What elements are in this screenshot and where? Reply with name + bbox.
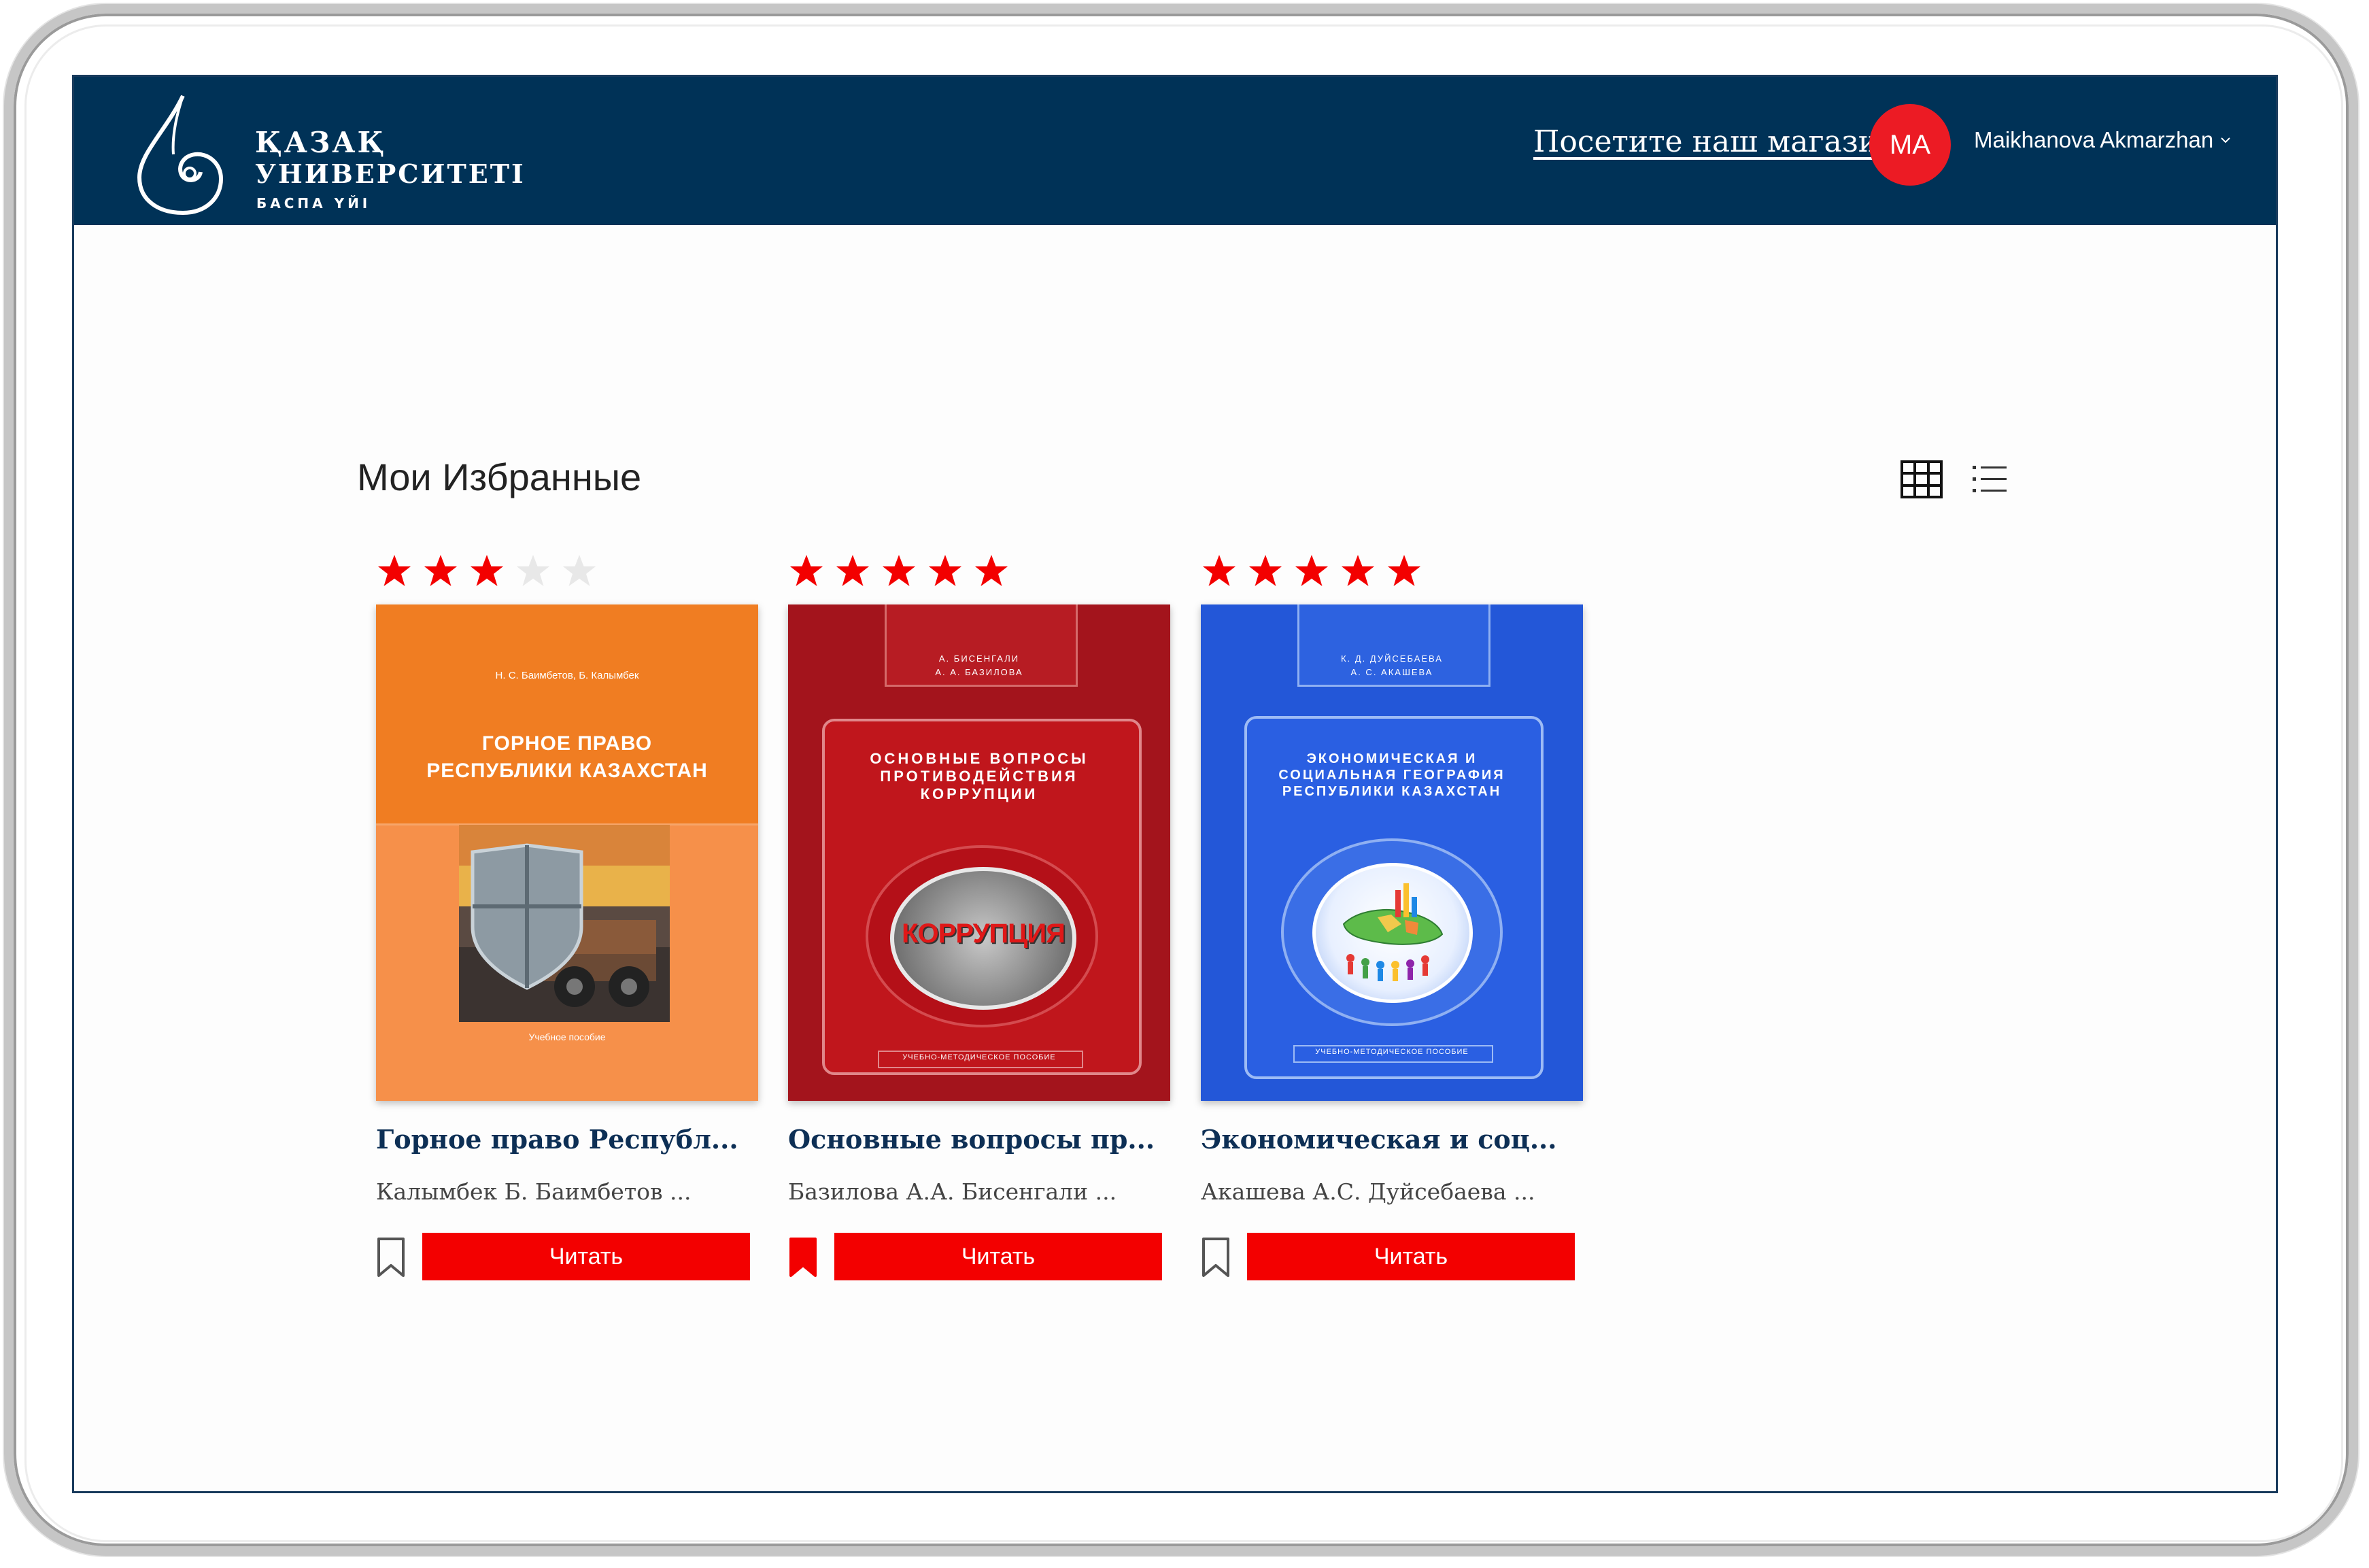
book-cover[interactable]: А. БИСЕНГАЛИ А. А. БАЗИЛОВА ОСНОВНЫЕ ВОП… <box>788 604 1170 1101</box>
cover-title-line1: ОСНОВНЫЕ ВОПРОСЫ <box>870 750 1089 767</box>
cover-authors: К. Д. ДУЙСЕБАЕВА <box>1341 653 1443 664</box>
bookmark-icon[interactable] <box>376 1237 406 1278</box>
cover-authors-2: А. А. БАЗИЛОВА <box>935 667 1023 677</box>
chevron-down-icon <box>2221 137 2230 143</box>
star-filled-icon <box>929 555 961 586</box>
star-filled-icon <box>790 555 823 586</box>
book-authors: Акашева А.С. Дуйсебаева ... <box>1201 1178 1535 1205</box>
cover-title-line2: СОЦИАЛЬНАЯ ГЕОГРАФИЯ <box>1278 768 1505 783</box>
cover-map-illustration <box>1342 883 1444 981</box>
read-button[interactable]: Читать <box>422 1233 750 1280</box>
cover-illustration <box>459 825 670 1022</box>
star-filled-icon <box>1388 555 1420 586</box>
app-screen: ҚАЗАҚ УНИВЕРСИТЕТІ БАСПА ҮЙІ Посетите на… <box>72 75 2278 1493</box>
logo-text-line1: ҚАЗАҚ <box>255 126 387 159</box>
star-filled-icon <box>378 555 411 586</box>
user-name: Maikhanova Akmarzhan <box>1974 127 2214 152</box>
cover-authors-2: А. С. АКАШЕВА <box>1350 667 1433 677</box>
logo-text-line3: БАСПА ҮЙІ <box>256 195 371 211</box>
book-title[interactable]: Основные вопросы пр... <box>788 1124 1169 1155</box>
book-cover[interactable]: К. Д. ДУЙСЕБАЕВА А. С. АКАШЕВА ЭКОНОМИЧЕ… <box>1201 604 1583 1101</box>
book-title[interactable]: Горное право Республ... <box>376 1124 757 1155</box>
cover-title-line1: ГОРНОЕ ПРАВО <box>481 732 653 755</box>
cover-subtitle: УЧЕБНО-МЕТОДИЧЕСКОЕ ПОСОБИЕ <box>1315 1048 1469 1056</box>
star-filled-icon <box>1295 555 1328 586</box>
star-filled-icon <box>1203 555 1235 586</box>
user-menu[interactable]: Maikhanova Akmarzhan <box>1974 127 2231 153</box>
rating-stars <box>1201 553 1422 594</box>
cover-title-line2: ПРОТИВОДЕЙСТВИЯ <box>880 768 1078 785</box>
read-button[interactable]: Читать <box>834 1233 1162 1280</box>
book-authors: Калымбек Б. Баимбетов ... <box>376 1178 692 1205</box>
cover-subtitle: Учебное пособие <box>528 1032 606 1042</box>
top-header: ҚАЗАҚ УНИВЕРСИТЕТІ БАСПА ҮЙІ Посетите на… <box>74 77 2276 225</box>
cover-title-line1: ЭКОНОМИЧЕСКАЯ И <box>1306 751 1478 766</box>
brand-logo[interactable]: ҚАЗАҚ УНИВЕРСИТЕТІ БАСПА ҮЙІ <box>119 86 524 216</box>
cover-center-word: КОРРУПЦИЯ <box>902 919 1066 949</box>
drop-logo-icon <box>137 95 224 216</box>
cover-title-line3: РЕСПУБЛИКИ КАЗАХСТАН <box>1282 784 1502 799</box>
visit-shop-link[interactable]: Посетите наш магазин <box>1533 124 1898 159</box>
list-view-icon[interactable] <box>1971 462 2008 497</box>
cover-authors: Н. С. Баимбетов, Б. Калымбек <box>495 670 639 681</box>
star-filled-icon <box>424 555 457 586</box>
book-title[interactable]: Экономическая и соц... <box>1201 1124 1582 1155</box>
bookmark-filled-icon[interactable] <box>788 1237 818 1278</box>
logo-text-line2: УНИВЕРСИТЕТІ <box>255 158 526 189</box>
star-empty-icon <box>517 555 549 586</box>
star-filled-icon <box>836 555 869 586</box>
star-filled-icon <box>1342 555 1374 586</box>
star-filled-icon <box>1249 555 1282 586</box>
cover-authors: А. БИСЕНГАЛИ <box>938 653 1020 664</box>
grid-view-icon[interactable] <box>1901 460 1943 498</box>
bookmark-icon[interactable] <box>1201 1237 1231 1278</box>
star-empty-icon <box>563 555 596 586</box>
star-filled-icon <box>471 555 503 586</box>
star-filled-icon <box>883 555 915 586</box>
read-button[interactable]: Читать <box>1247 1233 1575 1280</box>
cover-subtitle: УЧЕБНО-МЕТОДИЧЕСКОЕ ПОСОБИЕ <box>902 1053 1056 1061</box>
book-cover[interactable]: Н. С. Баимбетов, Б. Калымбек ГОРНОЕ ПРАВ… <box>376 604 758 1101</box>
page-title: Мои Избранные <box>357 456 642 498</box>
rating-stars <box>788 553 1010 594</box>
rating-stars <box>376 553 598 594</box>
user-avatar[interactable]: MA <box>1869 104 1951 186</box>
cover-title-line2: РЕСПУБЛИКИ КАЗАХСТАН <box>426 760 708 782</box>
cover-title-line3: КОРРУПЦИИ <box>920 785 1038 802</box>
book-authors: Базилова А.А. Бисенгали ... <box>788 1178 1117 1205</box>
star-filled-icon <box>975 555 1008 586</box>
